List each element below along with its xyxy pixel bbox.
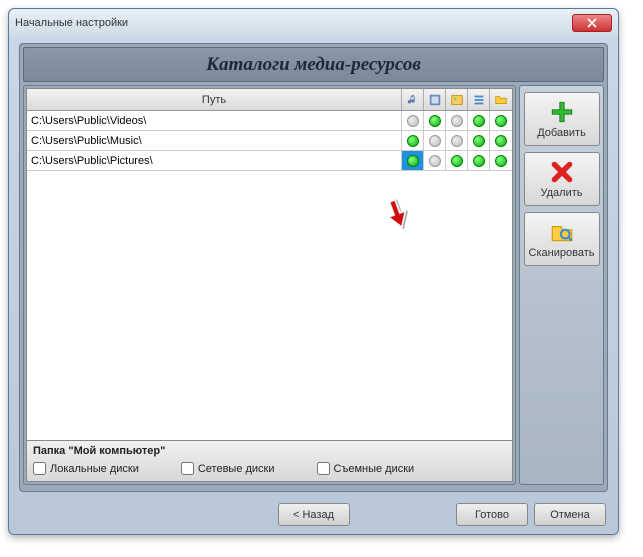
cell-path: C:\Users\Public\Music\ bbox=[27, 131, 402, 150]
content-panel: Каталоги медиа-ресурсов Путь C:\Users\Pu… bbox=[19, 43, 608, 492]
cell-toggle[interactable] bbox=[424, 151, 446, 170]
checkbox-network[interactable] bbox=[181, 462, 194, 475]
picture-icon bbox=[450, 93, 464, 107]
list-icon bbox=[472, 93, 486, 107]
check-removable[interactable]: Съемные диски bbox=[317, 462, 415, 475]
folder-table: Путь C:\Users\Public\Videos\C:\Users\Pub… bbox=[26, 88, 513, 441]
delete-icon bbox=[549, 159, 575, 185]
header-panel: Каталоги медиа-ресурсов bbox=[23, 47, 604, 82]
cell-toggle[interactable] bbox=[424, 131, 446, 150]
cell-path: C:\Users\Public\Pictures\ bbox=[27, 151, 402, 170]
cell-toggle[interactable] bbox=[490, 111, 512, 130]
cancel-button[interactable]: Отмена bbox=[534, 503, 606, 526]
checkbox-removable[interactable] bbox=[317, 462, 330, 475]
side-panel: Добавить Удалить Сканировать bbox=[519, 85, 604, 485]
grey-dot-icon bbox=[429, 135, 441, 147]
green-dot-icon bbox=[429, 115, 441, 127]
green-dot-icon bbox=[451, 155, 463, 167]
check-network[interactable]: Сетевые диски bbox=[181, 462, 275, 475]
titlebar: Начальные настройки bbox=[9, 9, 618, 36]
film-icon bbox=[428, 93, 442, 107]
column-audio[interactable] bbox=[402, 89, 424, 110]
cell-toggle[interactable] bbox=[468, 151, 490, 170]
dialog-window: Начальные настройки Каталоги медиа-ресур… bbox=[8, 8, 619, 535]
table-header: Путь bbox=[27, 89, 512, 111]
window-title: Начальные настройки bbox=[15, 17, 572, 29]
finish-button[interactable]: Готово bbox=[456, 503, 528, 526]
column-image[interactable] bbox=[446, 89, 468, 110]
table-row[interactable]: C:\Users\Public\Music\ bbox=[27, 131, 512, 151]
grey-dot-icon bbox=[451, 115, 463, 127]
column-list[interactable] bbox=[468, 89, 490, 110]
grey-dot-icon bbox=[407, 115, 419, 127]
column-video[interactable] bbox=[424, 89, 446, 110]
music-note-icon bbox=[406, 93, 420, 107]
remove-button[interactable]: Удалить bbox=[524, 152, 600, 206]
cell-toggle[interactable] bbox=[402, 151, 424, 170]
cell-toggle[interactable] bbox=[402, 111, 424, 130]
grey-dot-icon bbox=[451, 135, 463, 147]
checkbox-group: Локальные диски Сетевые диски Съемные ди… bbox=[33, 462, 506, 475]
table-row[interactable]: C:\Users\Public\Pictures\ bbox=[27, 151, 512, 171]
cell-toggle[interactable] bbox=[446, 151, 468, 170]
close-icon bbox=[587, 18, 597, 28]
cell-toggle[interactable] bbox=[490, 151, 512, 170]
column-path[interactable]: Путь bbox=[27, 89, 402, 110]
grey-dot-icon bbox=[429, 155, 441, 167]
check-local[interactable]: Локальные диски bbox=[33, 462, 139, 475]
green-dot-icon bbox=[495, 115, 507, 127]
table-panel: Путь C:\Users\Public\Videos\C:\Users\Pub… bbox=[23, 85, 516, 485]
cell-toggle[interactable] bbox=[446, 111, 468, 130]
cell-path: C:\Users\Public\Videos\ bbox=[27, 111, 402, 130]
add-button[interactable]: Добавить bbox=[524, 92, 600, 146]
green-dot-icon bbox=[495, 155, 507, 167]
cell-toggle[interactable] bbox=[402, 131, 424, 150]
cell-toggle[interactable] bbox=[468, 131, 490, 150]
close-button[interactable] bbox=[572, 14, 612, 32]
cell-toggle[interactable] bbox=[446, 131, 468, 150]
folder-icon bbox=[494, 93, 508, 107]
wizard-right: Готово Отмена bbox=[456, 503, 606, 526]
table-row[interactable]: C:\Users\Public\Videos\ bbox=[27, 111, 512, 131]
cell-toggle[interactable] bbox=[424, 111, 446, 130]
green-dot-icon bbox=[407, 135, 419, 147]
footer-title: Папка "Мой компьютер" bbox=[33, 445, 506, 457]
scan-button[interactable]: Сканировать bbox=[524, 212, 600, 266]
green-dot-icon bbox=[473, 155, 485, 167]
table-body: C:\Users\Public\Videos\C:\Users\Public\M… bbox=[27, 111, 512, 171]
page-title: Каталоги медиа-ресурсов bbox=[206, 54, 421, 76]
checkbox-local[interactable] bbox=[33, 462, 46, 475]
plus-icon bbox=[549, 99, 575, 125]
green-dot-icon bbox=[473, 135, 485, 147]
green-dot-icon bbox=[473, 115, 485, 127]
cell-toggle[interactable] bbox=[468, 111, 490, 130]
footer-panel: Папка "Мой компьютер" Локальные диски Се… bbox=[26, 441, 513, 482]
green-dot-icon bbox=[495, 135, 507, 147]
back-button[interactable]: < Назад bbox=[278, 503, 350, 526]
scan-icon bbox=[549, 219, 575, 245]
main-area: Путь C:\Users\Public\Videos\C:\Users\Pub… bbox=[23, 85, 604, 485]
green-dot-icon bbox=[407, 155, 419, 167]
column-folder[interactable] bbox=[490, 89, 512, 110]
cell-toggle[interactable] bbox=[490, 131, 512, 150]
